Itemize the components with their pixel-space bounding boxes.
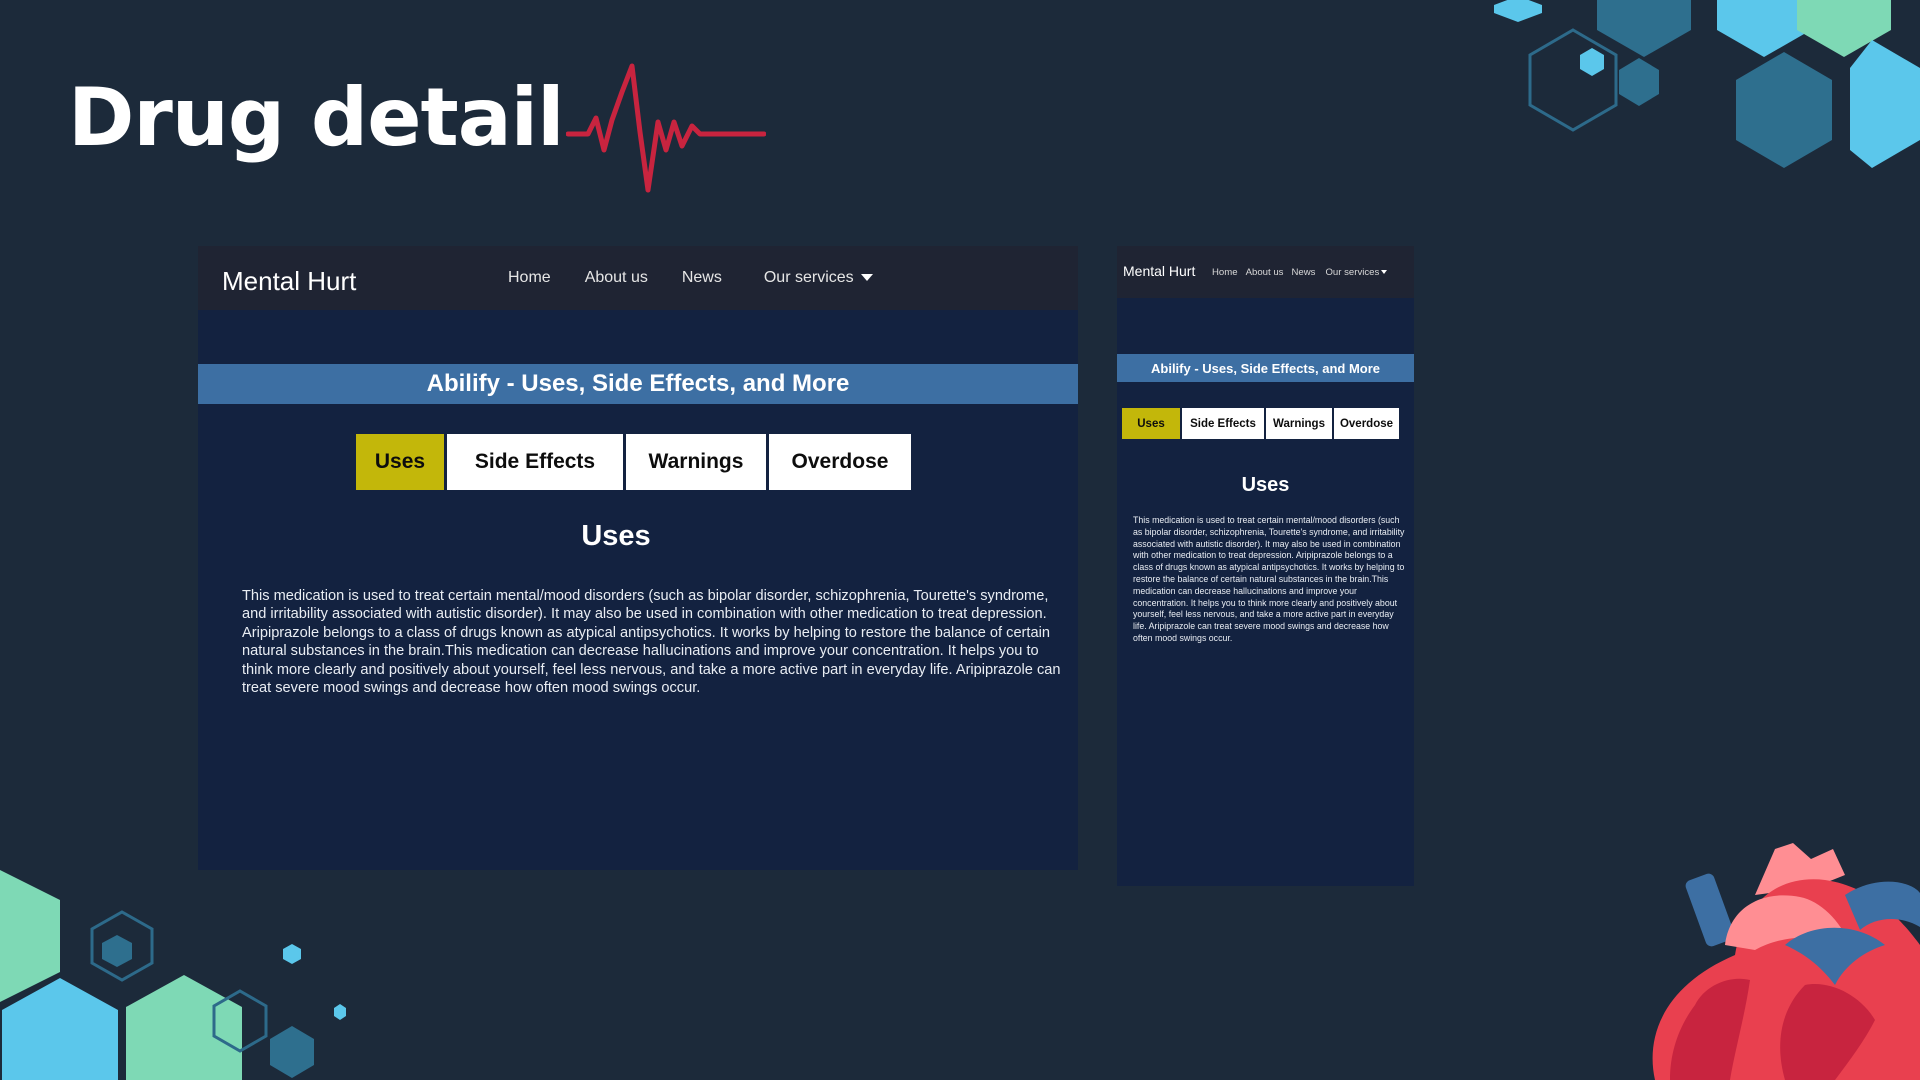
tab-warnings[interactable]: Warnings [1266, 408, 1332, 439]
nav-link-news[interactable]: News [682, 269, 722, 287]
drug-description: This medication is used to treat certain… [1133, 515, 1405, 643]
hexagon-decoration-bottom-left [0, 870, 346, 1080]
desktop-mockup: Mental Hurt Home About us News Our servi… [198, 246, 1078, 870]
nav-link-news[interactable]: News [1291, 267, 1315, 278]
nav-link-home[interactable]: Home [508, 269, 551, 287]
tab-uses[interactable]: Uses [356, 434, 444, 490]
page-banner: Abilify - Uses, Side Effects, and More [1117, 354, 1414, 382]
nav-link-home[interactable]: Home [1212, 267, 1238, 278]
tab-bar: Uses Side Effects Warnings Overdose [356, 434, 911, 490]
site-logo[interactable]: Mental Hurt [222, 266, 356, 297]
tab-overdose[interactable]: Overdose [1334, 408, 1399, 439]
section-heading: Uses [1241, 474, 1290, 496]
tab-overdose[interactable]: Overdose [769, 434, 911, 490]
nav-menu: Home About us News Our services [1212, 246, 1388, 298]
nav-menu: Home About us News Our services [508, 246, 873, 310]
heartbeat-icon [566, 63, 766, 193]
drug-description: This medication is used to treat certain… [242, 588, 1061, 697]
tab-side-effects[interactable]: Side Effects [1182, 408, 1264, 439]
nav-dropdown-label: Our services [1325, 266, 1380, 278]
nav-dropdown-label: Our services [763, 269, 854, 286]
navbar: Mental Hurt Home About us News Our servi… [198, 246, 1078, 310]
page-banner: Abilify - Uses, Side Effects, and More [198, 364, 1078, 404]
caret-down-icon [860, 274, 873, 282]
navbar: Mental Hurt Home About us News Our servi… [1117, 246, 1414, 298]
section-heading: Uses [581, 520, 651, 552]
tab-warnings[interactable]: Warnings [626, 434, 766, 490]
site-logo[interactable]: Mental Hurt [1123, 263, 1195, 279]
tab-bar: Uses Side Effects Warnings Overdose [1122, 408, 1399, 439]
hexagon-decoration-top-right [1494, 0, 1920, 168]
mobile-mockup: Mental Hurt Home About us News Our servi… [1117, 246, 1414, 886]
nav-dropdown-our-services[interactable]: Our services [764, 269, 873, 287]
nav-link-about-us[interactable]: About us [585, 269, 648, 287]
heart-illustration [1652, 843, 1920, 1080]
tab-side-effects[interactable]: Side Effects [447, 434, 623, 490]
caret-down-icon [1381, 269, 1388, 274]
nav-link-about-us[interactable]: About us [1246, 267, 1284, 278]
slide-title: Drug detail [68, 71, 565, 164]
tab-uses[interactable]: Uses [1122, 408, 1180, 439]
nav-dropdown-our-services[interactable]: Our services [1325, 266, 1388, 278]
